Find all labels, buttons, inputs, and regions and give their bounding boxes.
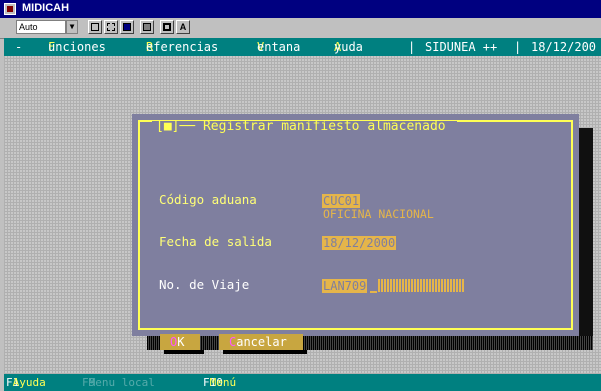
system-menu[interactable]: - [15, 38, 22, 56]
app-icon[interactable] [4, 3, 16, 15]
copy-icon[interactable] [88, 20, 102, 34]
fecha-salida-label: Fecha de salida [159, 234, 272, 249]
menu-shortcut[interactable]: F10 Menú [203, 374, 236, 391]
desktop-background: [■]── Registrar manifiesto almacenado Có… [4, 56, 601, 374]
ok-button[interactable]: OK [160, 334, 200, 350]
dialog-title: Registrar manifiesto almacenado [202, 119, 446, 134]
registrar-manifiesto-dialog: [■]── Registrar manifiesto almacenado Có… [132, 114, 579, 354]
no-viaje-field-fill[interactable] [378, 279, 464, 292]
cancel-button-shadow [223, 350, 307, 354]
clock-date: 18/12/200 [531, 40, 597, 54]
menu-separator: | [514, 40, 522, 54]
fullscreen-icon[interactable] [120, 20, 134, 34]
ok-button-shadow [164, 350, 204, 354]
font-icon[interactable]: A [176, 20, 190, 34]
fecha-salida-field[interactable]: 18/12/2000 [322, 236, 397, 250]
help-shortcut[interactable]: F1 Ayuda [6, 374, 46, 391]
chevron-down-icon[interactable]: ▼ [66, 20, 78, 34]
paste-icon[interactable] [104, 20, 118, 34]
no-viaje-field[interactable]: LAN709 [322, 279, 368, 293]
properties-icon[interactable] [160, 20, 174, 34]
dialog-frame: [■]── Registrar manifiesto almacenado [138, 120, 573, 330]
status-bar: F1 Ayuda F9 Menu local F10 Menú [4, 374, 601, 391]
close-icon[interactable]: [■] [156, 119, 179, 134]
cancel-button[interactable]: Cancelar [219, 334, 303, 350]
dos-screen: - Funciones Referencias Ventana Ayuda | … [4, 38, 601, 391]
window-titlebar[interactable]: MIDICAH [0, 0, 601, 18]
font-size-select[interactable]: Auto [16, 20, 66, 34]
background-icon[interactable] [140, 20, 154, 34]
codigo-aduana-field[interactable]: CUC01 [322, 194, 361, 208]
dialog-title-bar: [■]── Registrar manifiesto almacenado [152, 119, 458, 135]
dialog-shadow-pattern [147, 336, 593, 350]
local-menu-shortcut: F9 Menu local [82, 376, 155, 389]
menu-bar: - Funciones Referencias Ventana Ayuda | … [4, 38, 601, 56]
codigo-aduana-label: Código aduana [159, 192, 257, 207]
app-name: SIDUNEA ++ [425, 40, 498, 54]
codigo-aduana-description: OFICINA NACIONAL [323, 207, 434, 221]
toolbar: Auto ▼ A [0, 18, 601, 39]
menu-separator: | [408, 40, 416, 54]
text-cursor [370, 291, 377, 293]
no-viaje-label: No. de Viaje [159, 277, 250, 292]
window-title: MIDICAH [22, 2, 70, 14]
